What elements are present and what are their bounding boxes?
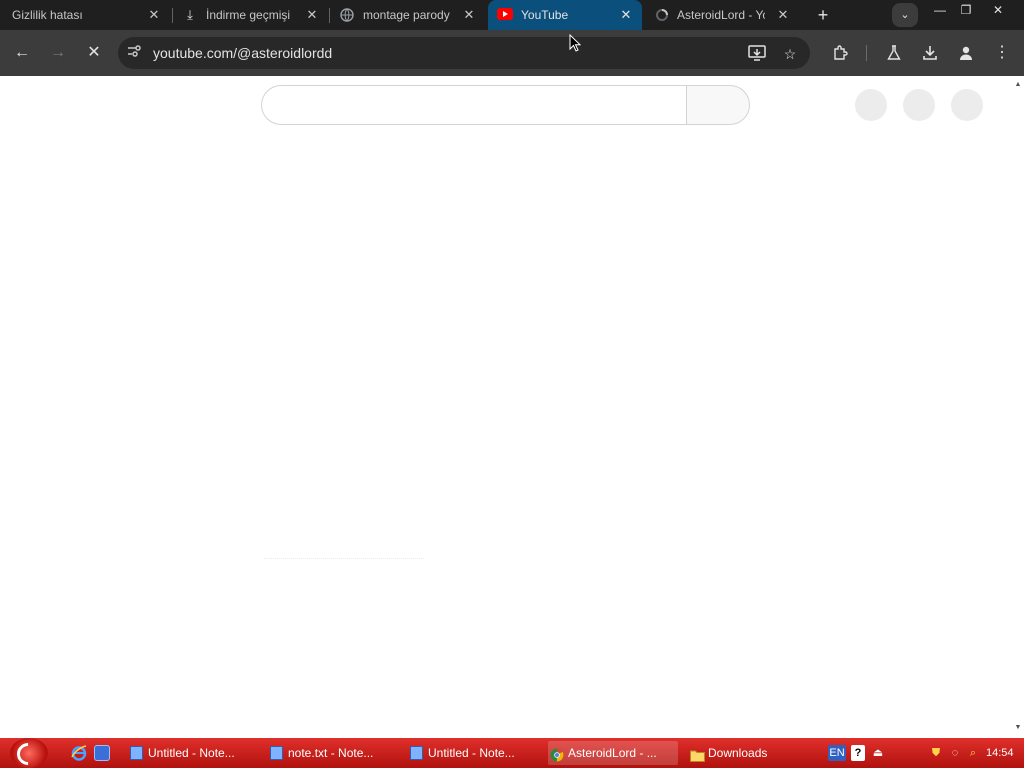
quick-launch-app-icon[interactable] <box>94 745 110 761</box>
globe-icon <box>340 8 354 22</box>
taskbar-item-notepad-note[interactable]: note.txt - Note... <box>268 741 398 765</box>
notepad-icon <box>270 746 283 760</box>
labs-flask-icon[interactable] <box>882 41 906 65</box>
youtube-search-input[interactable] <box>261 85 687 125</box>
bookmark-star-icon[interactable]: ☆ <box>781 45 799 63</box>
language-indicator[interactable]: EN <box>828 745 846 761</box>
page-content <box>0 76 1012 736</box>
close-window-button[interactable]: ✕ <box>984 0 1012 20</box>
vertical-scrollbar[interactable]: ▲ ▼ <box>1012 76 1024 736</box>
back-button[interactable]: ← <box>10 41 34 65</box>
downloads-icon[interactable] <box>918 41 942 65</box>
site-info-icon[interactable] <box>126 45 142 61</box>
tab-strip: Gizlilik hatası ✕ ⤓ İndirme geçmişi ✕ mo… <box>0 0 1024 30</box>
loading-icon <box>655 8 669 22</box>
taskbar-item-downloads-folder[interactable]: Downloads <box>688 741 808 765</box>
placeholder-button[interactable] <box>903 89 935 121</box>
tab-asteroidlord[interactable]: AsteroidLord - Yo ✕ <box>644 0 798 30</box>
tab-close-icon[interactable]: ✕ <box>462 8 476 22</box>
chrome-icon <box>550 746 564 762</box>
browser-toolbar: ← → ✕ youtube.com/@asteroidlordd ☆ ⋮ <box>0 30 1024 76</box>
notepad-icon <box>410 746 423 760</box>
security-shield-icon[interactable]: ⛊ <box>930 745 942 761</box>
tab-close-icon[interactable]: ✕ <box>147 8 161 22</box>
taskbar-item-notepad-untitled[interactable]: Untitled - Note... <box>128 741 258 765</box>
clock: 14:54 <box>986 747 1014 759</box>
taskbar-item-label: Untitled - Note... <box>428 746 515 760</box>
scroll-down-arrow-icon[interactable]: ▼ <box>1012 722 1024 734</box>
tab-title: İndirme geçmişi <box>206 8 291 22</box>
notepad-icon <box>130 746 143 760</box>
tab-close-icon[interactable]: ✕ <box>619 8 633 22</box>
tab-close-icon[interactable]: ✕ <box>305 8 319 22</box>
taskbar: Untitled - Note... note.txt - Note... Un… <box>0 738 1024 768</box>
address-bar[interactable]: youtube.com/@asteroidlordd ☆ <box>118 37 810 69</box>
taskbar-item-label: Downloads <box>708 746 768 760</box>
start-button[interactable] <box>10 738 48 768</box>
extensions-icon[interactable] <box>828 41 852 65</box>
tab-youtube[interactable]: YouTube ✕ <box>488 0 642 30</box>
usb-device-icon[interactable]: ⏏ <box>872 745 884 761</box>
tab-search-button[interactable]: ⌄ <box>892 3 918 27</box>
url-text: youtube.com/@asteroidlordd <box>153 45 333 61</box>
tab-title: YouTube <box>521 8 569 22</box>
tab-privacy-error[interactable]: Gizlilik hatası ✕ <box>0 0 170 30</box>
help-icon[interactable]: ? <box>851 745 865 761</box>
tab-close-icon[interactable]: ✕ <box>776 8 790 22</box>
tab-title: montage parody <box>363 8 450 22</box>
placeholder-avatar[interactable] <box>951 89 983 121</box>
restore-button[interactable]: ❐ <box>952 0 980 20</box>
tab-separator <box>329 8 330 23</box>
placeholder-button[interactable] <box>855 89 887 121</box>
tab-title: AsteroidLord - Yo <box>677 8 765 22</box>
internet-explorer-icon[interactable] <box>71 745 87 761</box>
folder-icon <box>690 746 705 762</box>
taskbar-item-notepad-untitled-2[interactable]: Untitled - Note... <box>408 741 538 765</box>
loading-skeleton-line <box>264 558 424 559</box>
stop-button[interactable]: ✕ <box>82 41 106 65</box>
menu-kebab-icon[interactable]: ⋮ <box>990 41 1014 65</box>
taskbar-item-label: AsteroidLord - ... <box>568 746 657 760</box>
taskbar-item-browser[interactable]: AsteroidLord - ... <box>548 741 678 765</box>
install-app-icon[interactable] <box>748 45 766 63</box>
youtube-search-button[interactable] <box>686 85 750 125</box>
network-status-icon[interactable]: ◌ <box>948 745 962 761</box>
download-icon: ⤓ <box>187 7 193 22</box>
toolbar-divider <box>866 45 867 61</box>
youtube-icon <box>497 8 513 22</box>
new-tab-button[interactable]: + <box>812 4 834 26</box>
minimize-button[interactable]: — <box>926 0 954 20</box>
scroll-up-arrow-icon[interactable]: ▲ <box>1012 79 1024 91</box>
tab-title: Gizlilik hatası <box>12 8 83 22</box>
profile-avatar-icon[interactable] <box>954 41 978 65</box>
tab-download-history[interactable]: ⤓ İndirme geçmişi ✕ <box>174 0 328 30</box>
tab-separator <box>172 8 173 23</box>
search-icon[interactable]: ⌕ <box>966 745 980 761</box>
forward-button[interactable]: → <box>46 41 70 65</box>
taskbar-item-label: Untitled - Note... <box>148 746 235 760</box>
crescent-logo-icon <box>12 738 44 768</box>
tab-montage-parody[interactable]: montage parody ✕ <box>331 0 486 30</box>
taskbar-item-label: note.txt - Note... <box>288 746 374 760</box>
